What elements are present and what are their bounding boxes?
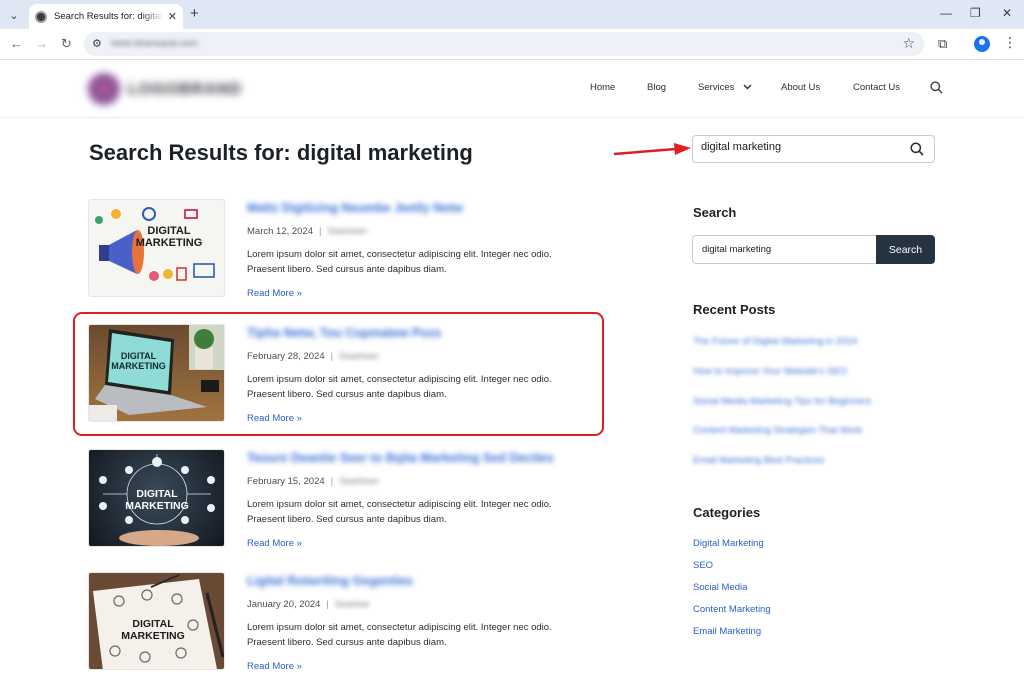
search-icon[interactable] xyxy=(930,81,943,94)
extensions-puzzle-icon[interactable]: ⧉ xyxy=(938,36,947,52)
meta-separator: | xyxy=(330,476,334,487)
read-more-link[interactable]: Read More » xyxy=(247,288,302,299)
site-logo[interactable]: LOGOBRAND xyxy=(88,73,253,105)
nav-about-us[interactable]: About Us xyxy=(781,82,820,93)
restore-icon[interactable]: ❐ xyxy=(970,6,981,20)
search-result: DIGITAL MARKETING Maltz Digitizing Neumb… xyxy=(88,199,608,299)
address-bar[interactable]: ⚙ www.downsaub.com ☆ xyxy=(84,32,924,56)
page-title: Search Results for: digital marketing xyxy=(89,140,473,165)
result-author[interactable]: Searlow xyxy=(335,599,369,610)
tab-close-icon[interactable]: ✕ xyxy=(168,10,177,23)
recent-post-link[interactable]: Email Marketing Best Practices xyxy=(693,455,824,466)
browser-menu-icon[interactable]: ⋮ xyxy=(1003,34,1017,51)
back-icon[interactable]: ← xyxy=(10,36,23,51)
result-date: January 20, 2024 xyxy=(247,599,321,610)
thumbnail-caption: DIGITAL MARKETING xyxy=(121,618,185,642)
result-date: February 15, 2024 xyxy=(247,476,325,487)
result-title[interactable]: Teoure Deantie Seer to Bqita Marketing S… xyxy=(247,451,554,465)
sidebar-search-heading: Search xyxy=(693,205,737,220)
result-thumbnail[interactable]: DIGITAL MARKETING xyxy=(88,199,225,297)
category-link[interactable]: Digital Marketing xyxy=(693,538,764,549)
bookmark-star-icon[interactable]: ☆ xyxy=(902,35,915,52)
result-excerpt: Lorem ipsum dolor sit amet, consectetur … xyxy=(247,622,552,648)
browser-tab[interactable]: Search Results for: digital marketing ✕ xyxy=(29,4,183,29)
tab-search-chevron-icon[interactable]: ⌄ xyxy=(4,5,24,25)
nav-services-label: Services xyxy=(698,82,735,93)
reload-icon[interactable]: ↻ xyxy=(61,36,72,52)
meta-separator: | xyxy=(326,599,329,610)
nav-contact-us[interactable]: Contact Us xyxy=(853,82,900,93)
nav-home[interactable]: Home xyxy=(590,82,615,93)
read-more-link[interactable]: Read More » xyxy=(247,661,302,672)
logo-text: LOGOBRAND xyxy=(128,81,242,98)
tab-title: Search Results for: digital marketing xyxy=(54,11,164,22)
red-highlight-box xyxy=(73,312,604,436)
result-excerpt: Lorem ipsum dolor sit amet, consectetur … xyxy=(247,499,552,525)
sidebar-search-form: Search xyxy=(692,235,935,264)
result-author[interactable]: Searlown xyxy=(327,226,367,237)
read-more-link[interactable]: Read More » xyxy=(247,538,302,549)
result-excerpt: Lorem ipsum dolor sit amet, consectetur … xyxy=(247,249,552,275)
result-title[interactable]: Maltz Digitizing Neumbe Jeetly Netw xyxy=(247,201,463,215)
forward-icon[interactable]: → xyxy=(35,36,48,51)
recent-post-link[interactable]: How to Improve Your Website's SEO xyxy=(693,366,847,377)
result-date: March 12, 2024 xyxy=(247,226,314,237)
recent-posts-heading: Recent Posts xyxy=(693,302,776,317)
header-search-box xyxy=(692,135,935,163)
result-thumbnail[interactable]: DIGITAL MARKETING xyxy=(88,572,225,670)
nav-blog[interactable]: Blog xyxy=(647,82,666,93)
site-header: LOGOBRAND Home Blog Services About Us Co… xyxy=(0,61,1024,118)
category-link[interactable]: Email Marketing xyxy=(693,626,761,637)
categories-heading: Categories xyxy=(693,505,761,520)
minimize-icon[interactable]: — xyxy=(940,6,952,20)
profile-avatar-icon[interactable] xyxy=(974,36,990,52)
thumbnail-caption: DIGITAL MARKETING xyxy=(135,225,203,249)
category-link[interactable]: SEO xyxy=(693,560,713,571)
browser-toolbar: ← → ↻ ⚙ www.downsaub.com ☆ ⧉ ⋮ xyxy=(0,29,1024,60)
nav-services[interactable]: Services xyxy=(698,82,752,93)
category-link[interactable]: Content Marketing xyxy=(693,604,771,615)
meta-separator: | xyxy=(319,226,322,237)
search-result: DIGITAL MARKETING Ligital Rotwriting Geg… xyxy=(88,572,608,672)
result-meta: March 12, 2024 | Searlown xyxy=(247,226,367,237)
site-favicon-icon xyxy=(35,10,47,23)
category-link[interactable]: Social Media xyxy=(693,582,747,593)
red-annotation-arrow xyxy=(613,143,691,156)
search-icon[interactable] xyxy=(910,142,924,156)
logo-mark-icon xyxy=(88,73,120,105)
result-title[interactable]: Ligital Rotwriting Gegenties xyxy=(247,574,413,588)
browser-tab-strip: ⌄ Search Results for: digital marketing … xyxy=(0,0,1024,29)
chevron-down-icon xyxy=(743,84,752,90)
site-settings-icon[interactable]: ⚙ xyxy=(92,37,102,50)
address-url: www.downsaub.com xyxy=(111,38,198,49)
recent-post-link[interactable]: Content Marketing Strategies That Work xyxy=(693,425,862,436)
sidebar-search-button[interactable]: Search xyxy=(876,235,935,264)
result-thumbnail[interactable]: DIGITAL MARKETING xyxy=(88,449,225,547)
sidebar-search-input[interactable] xyxy=(692,235,876,264)
new-tab-icon[interactable]: + xyxy=(190,5,199,22)
header-search-input[interactable] xyxy=(701,141,901,153)
thumbnail-caption: DIGITAL MARKETING xyxy=(125,488,189,512)
search-result: DIGITAL MARKETING Teoure Deantie Seer to… xyxy=(88,449,608,549)
result-meta: February 15, 2024 | Searlown xyxy=(247,476,379,487)
window-close-icon[interactable]: ✕ xyxy=(1002,6,1012,20)
recent-post-link[interactable]: Social Media Marketing Tips for Beginner… xyxy=(693,396,871,407)
result-author[interactable]: Searlown xyxy=(339,476,379,487)
result-meta: January 20, 2024 | Searlow xyxy=(247,599,369,610)
recent-post-link[interactable]: The Future of Digital Marketing in 2024 xyxy=(693,336,857,347)
